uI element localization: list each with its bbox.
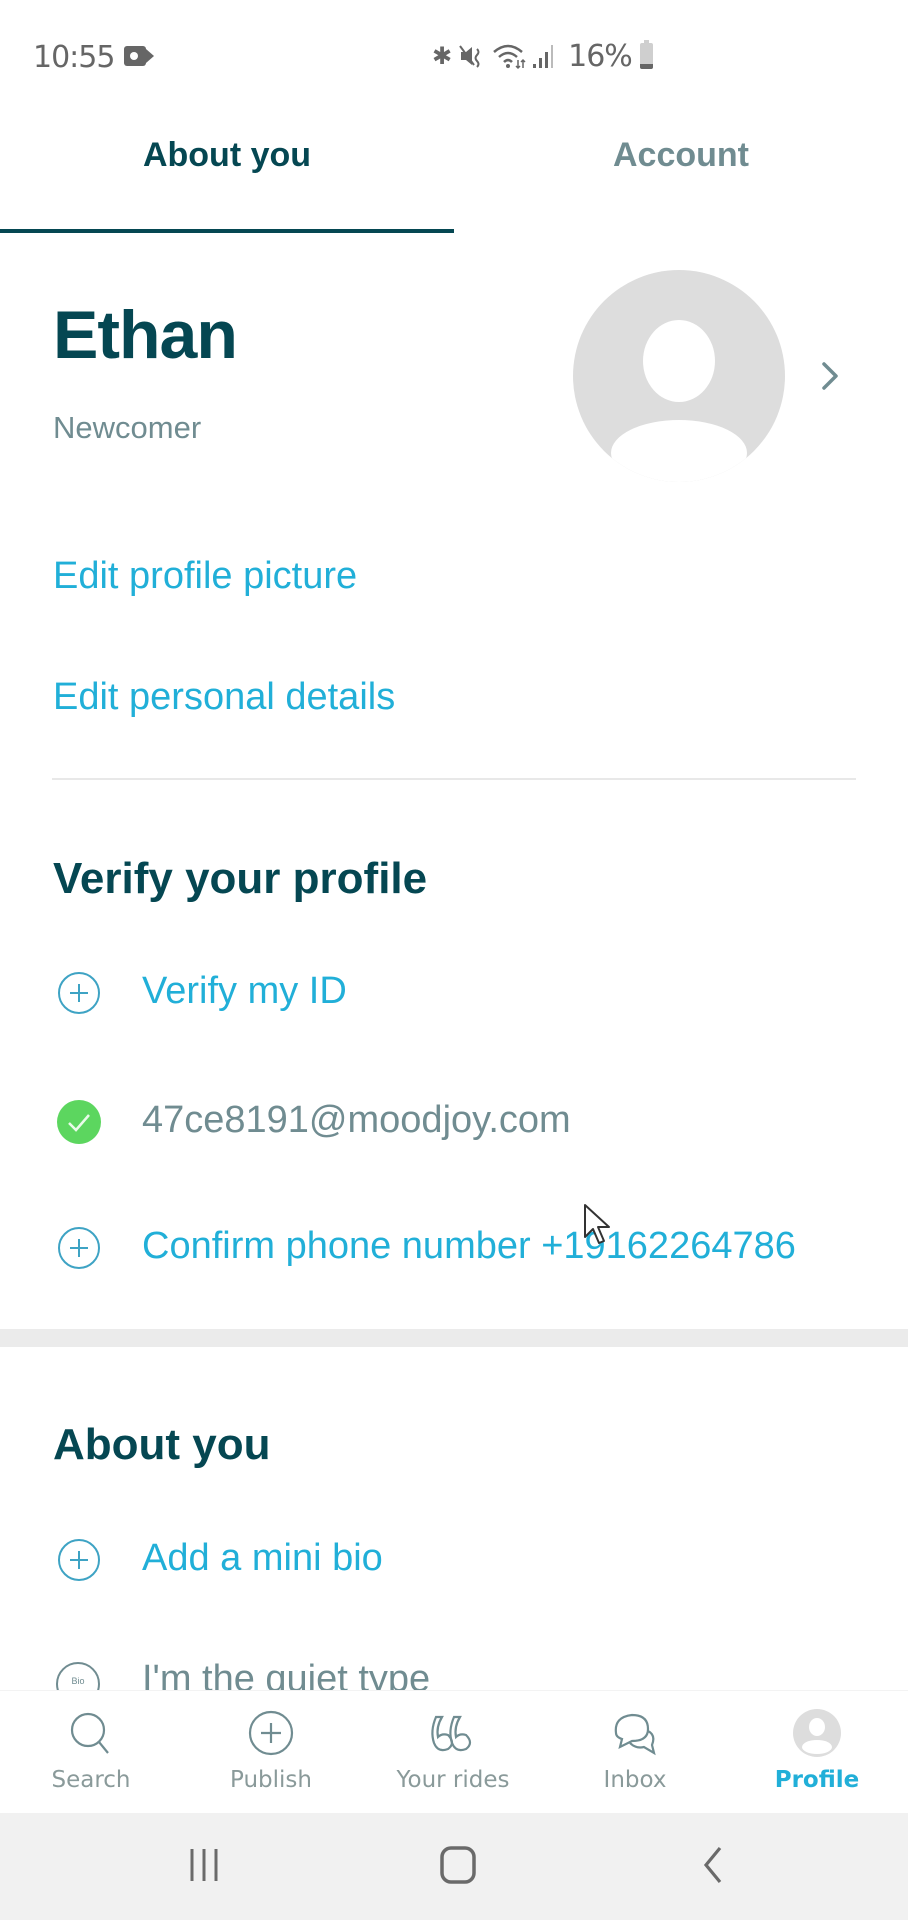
plus-circle-icon[interactable]: [57, 1226, 101, 1270]
tab-about-you[interactable]: About you: [0, 136, 454, 175]
recent-apps-icon[interactable]: [186, 1845, 222, 1885]
video-record-icon: [124, 46, 154, 66]
bottom-nav: Search Publish Your rides Inbox Profile: [0, 1690, 908, 1814]
plus-circle-icon[interactable]: [57, 1538, 101, 1582]
edit-personal-details-link[interactable]: Edit personal details: [53, 676, 395, 719]
nav-profile-label: Profile: [774, 1767, 860, 1793]
tab-account[interactable]: Account: [454, 136, 908, 175]
mouse-cursor-icon: [584, 1204, 610, 1244]
nav-inbox-label: Inbox: [603, 1767, 667, 1793]
verify-section-title: Verify your profile: [53, 854, 428, 903]
nav-publish[interactable]: Publish: [180, 1691, 362, 1814]
verify-id-link[interactable]: Verify my ID: [142, 970, 347, 1013]
avatar[interactable]: [573, 270, 785, 482]
nav-your-rides[interactable]: Your rides: [362, 1691, 544, 1814]
section-separator: [0, 1329, 908, 1347]
about-section-title: About you: [53, 1420, 271, 1469]
nav-publish-label: Publish: [230, 1767, 312, 1793]
avatar-body-shape: [611, 420, 747, 482]
bio-icon-text: Bio: [71, 1676, 85, 1686]
bio-icon: Bio: [56, 1662, 100, 1690]
nav-inbox[interactable]: Inbox: [544, 1691, 726, 1814]
nav-your-rides-label: Your rides: [396, 1767, 510, 1793]
nav-search[interactable]: Search: [0, 1691, 182, 1814]
chat-icon: [614, 1713, 656, 1756]
bio-preference: I'm the quiet type: [142, 1658, 431, 1690]
edit-profile-picture-link[interactable]: Edit profile picture: [53, 555, 357, 598]
profile-name: Ethan: [53, 297, 238, 373]
bluetooth-icon: ✱: [432, 42, 453, 70]
verified-email: 47ce8191@moodjoy.com: [142, 1099, 571, 1141]
home-icon[interactable]: [438, 1845, 478, 1885]
status-icons: ✱ 16%: [432, 38, 653, 74]
check-circle-icon: [57, 1100, 101, 1144]
status-time: 10:55: [33, 40, 115, 75]
mute-vibrate-icon: [459, 45, 480, 68]
plus-circle-icon: [248, 1710, 294, 1756]
add-mini-bio-link[interactable]: Add a mini bio: [142, 1537, 383, 1580]
experience-level: Newcomer: [53, 410, 202, 445]
search-icon: [70, 1712, 109, 1754]
chevron-right-icon[interactable]: [812, 354, 846, 398]
nav-profile[interactable]: Profile: [726, 1691, 908, 1814]
battery-percent: 16%: [568, 38, 633, 74]
nav-search-label: Search: [51, 1767, 131, 1793]
divider: [52, 778, 856, 780]
signal-icon: [533, 45, 554, 68]
rides-icon: [431, 1715, 472, 1752]
system-nav-bar: [0, 1813, 908, 1920]
profile-icon: [793, 1709, 841, 1757]
plus-circle-icon[interactable]: [57, 971, 101, 1015]
list-item[interactable]: Bio I'm the quiet type: [0, 1650, 908, 1690]
avatar-head-shape: [643, 320, 715, 402]
wifi-icon: [493, 44, 526, 70]
battery-icon: [639, 40, 653, 69]
active-tab-indicator: [0, 229, 454, 233]
confirm-phone-link[interactable]: Confirm phone number +19162264786: [142, 1225, 796, 1268]
back-icon[interactable]: [698, 1845, 728, 1885]
